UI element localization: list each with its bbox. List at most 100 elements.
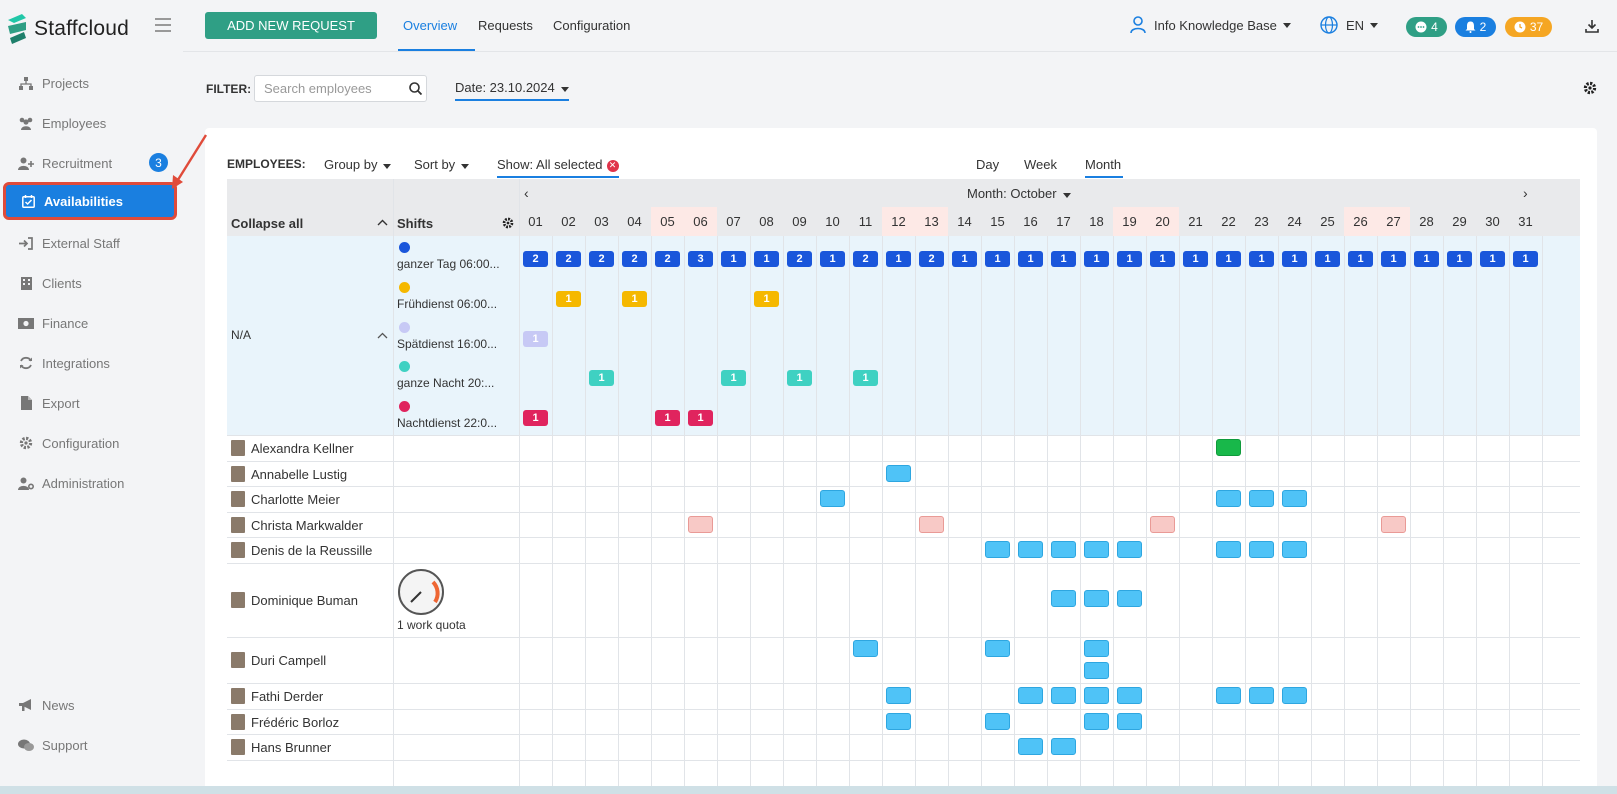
availability-block[interactable] [886,687,911,704]
availability-block[interactable] [1117,713,1142,730]
shift-name[interactable]: ganze Nacht 20:... [397,376,494,390]
day-header-05[interactable]: 05 [651,207,684,236]
shift-count-chip[interactable]: 1 [688,410,713,426]
availability-block[interactable] [1381,516,1406,533]
availability-block[interactable] [1282,541,1307,558]
day-header-04[interactable]: 04 [618,207,651,236]
shift-name[interactable]: Spätdienst 16:00... [397,337,497,351]
shift-count-chip[interactable]: 1 [787,370,812,386]
availability-block[interactable] [886,465,911,482]
day-header-19[interactable]: 19 [1113,207,1146,236]
day-header-31[interactable]: 31 [1509,207,1542,236]
shift-count-chip[interactable]: 2 [622,251,647,267]
shift-count-chip[interactable]: 1 [622,291,647,307]
availability-block[interactable] [985,541,1010,558]
group-by-dropdown[interactable]: Group by [324,157,392,172]
messages-badge[interactable]: 4 [1406,17,1447,37]
tab-requests[interactable]: Requests [478,18,533,33]
availability-block[interactable] [1084,662,1109,679]
shift-count-chip[interactable]: 2 [853,251,878,267]
sidebar-item-availabilities[interactable]: Availabilities [3,182,177,220]
sort-by-dropdown[interactable]: Sort by [414,157,470,172]
day-header-11[interactable]: 11 [849,207,882,236]
day-header-10[interactable]: 10 [816,207,849,236]
shift-count-chip[interactable]: 1 [1381,251,1406,267]
availability-block[interactable] [1084,640,1109,657]
availability-block[interactable] [1282,490,1307,507]
availability-block[interactable] [820,490,845,507]
day-header-16[interactable]: 16 [1014,207,1047,236]
gear-icon[interactable] [502,217,514,229]
timers-badge[interactable]: 37 [1505,17,1552,37]
availability-block[interactable] [1216,541,1241,558]
employee-name[interactable]: Denis de la Reussille [251,543,372,558]
language-menu[interactable]: EN [1320,16,1379,34]
day-header-24[interactable]: 24 [1278,207,1311,236]
shift-count-chip[interactable]: 2 [523,251,548,267]
day-header-02[interactable]: 02 [552,207,585,236]
availability-block[interactable] [1117,541,1142,558]
shift-count-chip[interactable]: 1 [1018,251,1043,267]
shift-count-chip[interactable]: 1 [754,251,779,267]
shift-count-chip[interactable]: 1 [1282,251,1307,267]
availability-block[interactable] [1249,541,1274,558]
shift-count-chip[interactable]: 1 [1480,251,1505,267]
shift-count-chip[interactable]: 1 [1513,251,1538,267]
day-header-30[interactable]: 30 [1476,207,1509,236]
availability-block[interactable] [1216,687,1241,704]
employee-name[interactable]: Annabelle Lustig [251,467,347,482]
availability-block[interactable] [1018,687,1043,704]
menu-toggle-icon[interactable] [155,18,171,32]
shift-count-chip[interactable]: 1 [820,251,845,267]
notifications-badge[interactable]: 2 [1455,17,1496,37]
user-menu[interactable]: Info Knowledge Base [1130,16,1291,34]
day-header-03[interactable]: 03 [585,207,618,236]
availability-block[interactable] [1249,687,1274,704]
shift-count-chip[interactable]: 1 [721,251,746,267]
show-filter[interactable]: Show: All selected ✕ [497,157,619,172]
search-icon[interactable] [409,82,422,95]
employee-name[interactable]: Charlotte Meier [251,492,340,507]
availability-block[interactable] [1051,541,1076,558]
day-header-29[interactable]: 29 [1443,207,1476,236]
availability-block[interactable] [688,516,713,533]
shift-count-chip[interactable]: 2 [589,251,614,267]
availability-block[interactable] [1018,738,1043,755]
shift-count-chip[interactable]: 2 [787,251,812,267]
chevron-up-icon[interactable] [377,332,388,339]
availability-block[interactable] [1117,590,1142,607]
day-header-13[interactable]: 13 [915,207,948,236]
day-header-27[interactable]: 27 [1377,207,1410,236]
shift-name[interactable]: Frühdienst 06:00... [397,297,497,311]
shift-count-chip[interactable]: 1 [1315,251,1340,267]
availability-block[interactable] [985,713,1010,730]
shift-count-chip[interactable]: 1 [1414,251,1439,267]
sidebar-item-administration[interactable]: Administration [0,465,180,501]
shift-count-chip[interactable]: 2 [919,251,944,267]
tab-overview[interactable]: Overview [403,18,457,33]
shift-count-chip[interactable]: 1 [1150,251,1175,267]
shift-count-chip[interactable]: 1 [1117,251,1142,267]
chevron-left-icon[interactable]: ‹ [524,185,529,201]
date-selector[interactable]: Date: 23.10.2024 [455,80,569,101]
day-header-07[interactable]: 07 [717,207,750,236]
availability-block[interactable] [1216,490,1241,507]
shift-count-chip[interactable]: 1 [523,410,548,426]
sidebar-item-export[interactable]: Export [0,385,180,421]
availability-block[interactable] [1150,516,1175,533]
shift-count-chip[interactable]: 2 [655,251,680,267]
chevron-right-icon[interactable]: › [1523,185,1528,201]
shift-count-chip[interactable]: 1 [754,291,779,307]
horizontal-scrollbar[interactable] [0,786,1617,794]
sidebar-item-configuration[interactable]: Configuration [0,425,180,461]
shift-count-chip[interactable]: 1 [1348,251,1373,267]
sidebar-item-news[interactable]: News [0,687,180,723]
availability-block[interactable] [1051,687,1076,704]
add-new-request-button[interactable]: ADD NEW REQUEST [205,12,377,39]
month-selector[interactable]: Month: October [967,186,1071,201]
search-employees-input[interactable] [254,75,427,102]
employee-name[interactable]: Alexandra Kellner [251,441,354,456]
view-month[interactable]: Month [1085,157,1121,172]
shift-count-chip[interactable]: 1 [1447,251,1472,267]
shift-count-chip[interactable]: 1 [1183,251,1208,267]
